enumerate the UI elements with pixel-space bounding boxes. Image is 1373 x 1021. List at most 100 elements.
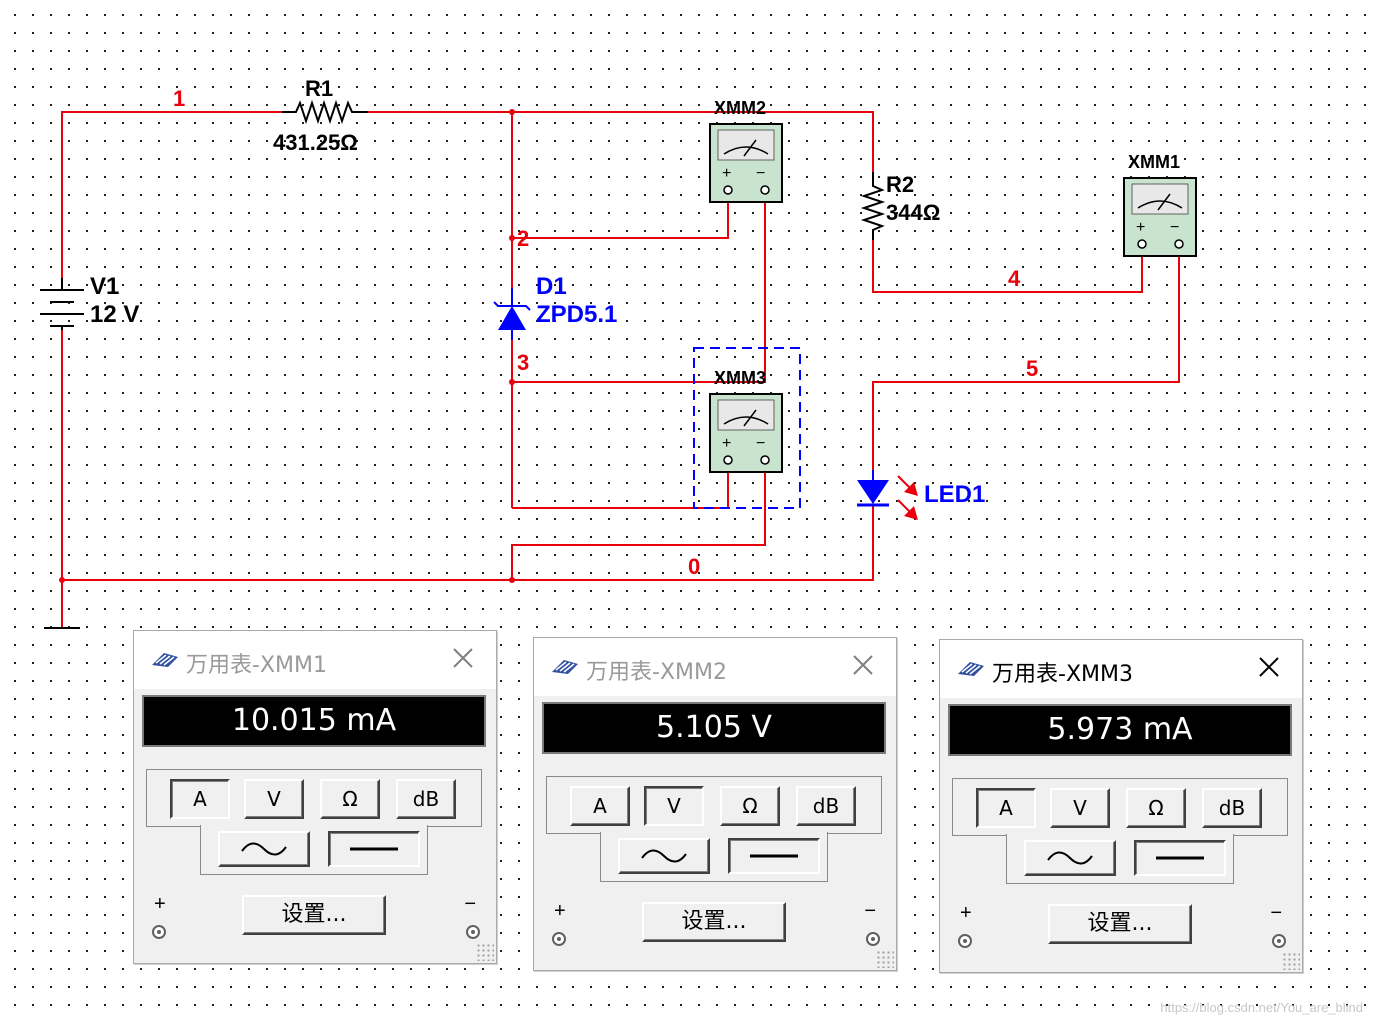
xmm3-label: XMM3 — [714, 368, 766, 388]
d1-name: D1 — [536, 273, 567, 300]
window-title: 万用表-XMM1 — [186, 653, 327, 678]
window-titlebar[interactable]: 万用表-XMM3 — [940, 640, 1302, 698]
ohmmeter-mode-button[interactable]: Ω — [320, 779, 380, 819]
wire-r1-r2 — [368, 111, 874, 172]
multisim-app-icon — [958, 662, 984, 676]
decibel-mode-button[interactable]: dB — [1202, 788, 1262, 828]
r1-value: 431.25Ω — [273, 130, 358, 155]
negative-terminal-label: − — [864, 900, 876, 922]
ground-symbol — [44, 627, 80, 629]
voltmeter-mode-button[interactable]: V — [1050, 788, 1110, 828]
xmm2-minus: − — [756, 165, 765, 182]
ac-mode-button[interactable] — [218, 831, 310, 867]
window-titlebar[interactable]: 万用表-XMM2 — [534, 638, 896, 696]
ammeter-mode-button[interactable]: A — [170, 779, 230, 819]
r1-resistor[interactable]: R1 431.25Ω — [273, 76, 368, 155]
positive-terminal[interactable] — [958, 934, 972, 948]
wire-node-1 — [61, 111, 282, 278]
resize-grip[interactable] — [1282, 952, 1300, 970]
r2-value: 344Ω — [886, 200, 940, 225]
reading-display: 5.973 mA — [948, 704, 1292, 756]
node-labels: 1 2 3 4 5 0 — [173, 86, 1038, 579]
v1-name: V1 — [90, 273, 119, 300]
dc-mode-button[interactable] — [1134, 840, 1226, 876]
dc-line-icon — [750, 854, 798, 858]
wire-node-2 — [512, 200, 729, 239]
xmm1-label: XMM1 — [1128, 152, 1180, 172]
xmm3-symbol[interactable]: XMM3 + − — [693, 347, 801, 509]
xmm1-minus: − — [1170, 219, 1179, 236]
sine-wave-icon — [241, 842, 287, 856]
xmm3-plus: + — [722, 435, 731, 452]
reading-display: 5.105 V — [542, 702, 886, 754]
settings-button[interactable]: 设置... — [242, 895, 386, 935]
ammeter-mode-button[interactable]: A — [570, 786, 630, 826]
close-icon[interactable] — [848, 650, 878, 680]
xmm1-plus: + — [1136, 219, 1145, 236]
negative-terminal-label: − — [1270, 902, 1282, 924]
xmm2-label: XMM2 — [714, 98, 766, 118]
r2-resistor[interactable]: R2 344Ω — [860, 172, 940, 240]
close-icon[interactable] — [1254, 652, 1284, 682]
wire-xmm3-plus — [512, 470, 729, 509]
resize-grip[interactable] — [476, 943, 494, 961]
sine-wave-icon — [641, 849, 687, 863]
xmm1-symbol[interactable]: XMM1 + − — [1123, 152, 1197, 257]
decibel-mode-button[interactable]: dB — [396, 779, 456, 819]
negative-terminal[interactable] — [866, 932, 880, 946]
positive-terminal[interactable] — [552, 932, 566, 946]
watermark-text: https://blog.csdn.net/You_are_blind — [1160, 1000, 1363, 1015]
v1-value: 12 V — [90, 301, 139, 328]
node-label-0: 0 — [688, 554, 700, 579]
node-label-3: 3 — [517, 350, 529, 375]
junctions — [59, 109, 515, 583]
r1-name: R1 — [305, 76, 333, 101]
window-title: 万用表-XMM3 — [992, 662, 1133, 687]
multimeter-window-xmm1[interactable]: 万用表-XMM1 10.015 mA A V Ω dB + 设置... − — [133, 630, 497, 964]
voltmeter-mode-button[interactable]: V — [644, 786, 704, 826]
dc-mode-button[interactable] — [728, 838, 820, 874]
ohmmeter-mode-button[interactable]: Ω — [720, 786, 780, 826]
positive-terminal[interactable] — [152, 925, 166, 939]
settings-button[interactable]: 设置... — [642, 902, 786, 942]
window-titlebar[interactable]: 万用表-XMM1 — [134, 631, 496, 689]
xmm2-symbol[interactable]: XMM2 + − — [709, 98, 783, 203]
node-label-4: 4 — [1008, 266, 1021, 291]
led1[interactable]: LED1 — [857, 470, 985, 520]
multimeter-window-xmm3[interactable]: 万用表-XMM3 5.973 mA A V Ω dB + 设置... − — [939, 639, 1303, 973]
negative-terminal[interactable] — [1272, 934, 1286, 948]
close-icon[interactable] — [448, 643, 478, 673]
resize-grip[interactable] — [876, 950, 894, 968]
negative-terminal-label: − — [464, 893, 476, 915]
led1-name: LED1 — [924, 481, 985, 508]
positive-terminal-label: + — [554, 900, 566, 922]
positive-terminal-label: + — [154, 893, 166, 915]
circuit-schematic: R1 431.25Ω R2 344Ω V1 12 V D1 ZPD5.1 LED… — [40, 76, 1197, 629]
ohmmeter-mode-button[interactable]: Ω — [1126, 788, 1186, 828]
multisim-app-icon — [552, 660, 578, 674]
multimeter-window-xmm2[interactable]: 万用表-XMM2 5.105 V A V Ω dB + 设置... − — [533, 637, 897, 971]
node-label-2: 2 — [517, 226, 529, 251]
ac-mode-button[interactable] — [1024, 840, 1116, 876]
settings-button[interactable]: 设置... — [1048, 904, 1192, 944]
dc-mode-button[interactable] — [328, 831, 420, 867]
xmm3-minus: − — [756, 435, 765, 452]
sine-wave-icon — [1047, 851, 1093, 865]
r2-name: R2 — [886, 172, 914, 197]
reading-display: 10.015 mA — [142, 695, 486, 747]
voltmeter-mode-button[interactable]: V — [244, 779, 304, 819]
node-label-5: 5 — [1026, 356, 1038, 381]
wires — [61, 111, 1180, 628]
ammeter-mode-button[interactable]: A — [976, 788, 1036, 828]
v1-battery[interactable]: V1 12 V — [40, 273, 139, 330]
negative-terminal[interactable] — [466, 925, 480, 939]
positive-terminal-label: + — [960, 902, 972, 924]
dc-line-icon — [1156, 856, 1204, 860]
d1-value: ZPD5.1 — [536, 301, 617, 328]
multisim-app-icon — [152, 653, 178, 667]
decibel-mode-button[interactable]: dB — [796, 786, 856, 826]
wire-node-0 — [62, 505, 874, 581]
ac-mode-button[interactable] — [618, 838, 710, 874]
window-title: 万用表-XMM2 — [586, 660, 727, 685]
node-label-1: 1 — [173, 86, 185, 111]
